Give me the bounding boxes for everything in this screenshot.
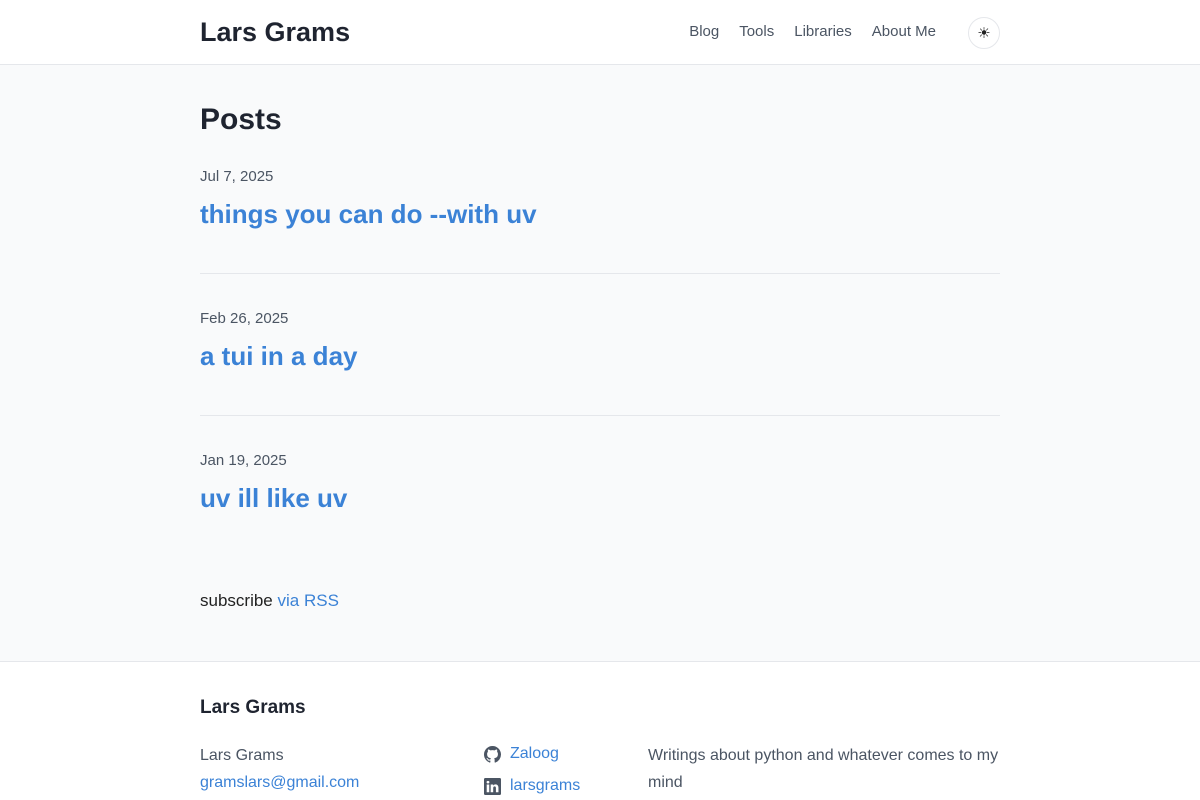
linkedin-icon xyxy=(484,777,501,795)
site-footer: Lars Grams Lars Grams gramslars@gmail.co… xyxy=(0,661,1200,800)
post-title-link[interactable]: things you can do --with uv xyxy=(200,198,1000,230)
nav-link-blog[interactable]: Blog xyxy=(689,22,719,42)
post-title-link[interactable]: uv ill like uv xyxy=(200,482,1000,514)
github-label: Zaloog xyxy=(510,745,559,762)
post-item: Jan 19, 2025 uv ill like uv xyxy=(200,451,1000,514)
footer-contact: Lars Grams gramslars@gmail.com xyxy=(200,742,359,796)
nav-link-about-me[interactable]: About Me xyxy=(872,22,936,42)
post-date: Feb 26, 2025 xyxy=(200,310,289,327)
github-icon xyxy=(484,745,501,763)
nav-link-libraries[interactable]: Libraries xyxy=(794,22,852,42)
nav-link-tools[interactable]: Tools xyxy=(739,22,774,42)
subscribe-line: subscribe via RSS xyxy=(200,590,339,612)
footer-social-links: Zaloog larsgrams xyxy=(484,742,580,800)
theme-toggle-button[interactable]: ☀ xyxy=(968,17,1000,49)
footer-name: Lars Grams xyxy=(200,747,284,764)
linkedin-label: larsgrams xyxy=(510,777,581,794)
site-brand[interactable]: Lars Grams xyxy=(200,16,350,48)
main-nav: Blog Tools Libraries About Me xyxy=(689,22,936,42)
post-item: Feb 26, 2025 a tui in a day xyxy=(200,309,1000,372)
post-item: Jul 7, 2025 things you can do --with uv xyxy=(200,167,1000,230)
rss-link[interactable]: via RSS xyxy=(278,591,339,610)
linkedin-link[interactable]: larsgrams xyxy=(484,774,580,798)
post-divider xyxy=(200,415,1000,416)
post-date: Jul 7, 2025 xyxy=(200,168,274,185)
email-link[interactable]: gramslars@gmail.com xyxy=(200,769,359,796)
post-title-link[interactable]: a tui in a day xyxy=(200,340,1000,372)
github-link[interactable]: Zaloog xyxy=(484,742,580,766)
page-title: Posts xyxy=(200,103,282,136)
site-header: Lars Grams Blog Tools Libraries About Me… xyxy=(0,0,1200,65)
footer-title: Lars Grams xyxy=(200,697,306,718)
sun-icon: ☀ xyxy=(977,25,991,42)
post-date: Jan 19, 2025 xyxy=(200,452,287,469)
footer-description: Writings about python and whatever comes… xyxy=(648,747,999,791)
post-divider xyxy=(200,273,1000,274)
subscribe-label: subscribe xyxy=(200,591,273,610)
